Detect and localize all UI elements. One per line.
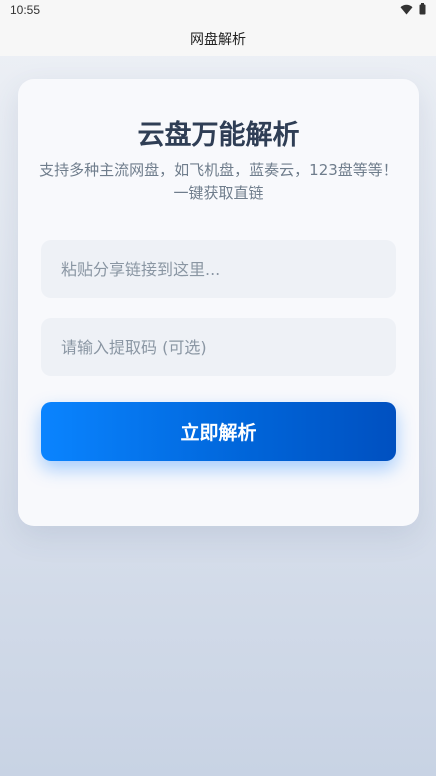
wifi-icon	[400, 4, 413, 15]
app-title: 网盘解析	[190, 32, 246, 48]
parse-card: 云盘万能解析 支持多种主流网盘，如飞机盘，蓝奏云，123盘等等！一键获取直链 立…	[18, 79, 419, 526]
card-subtitle: 支持多种主流网盘，如飞机盘，蓝奏云，123盘等等！一键获取直链	[39, 161, 398, 202]
status-icons	[400, 3, 426, 15]
extraction-code-input[interactable]	[41, 318, 396, 376]
status-time: 10:55	[10, 3, 41, 17]
status-bar: 10:55	[0, 0, 436, 20]
share-link-input[interactable]	[41, 240, 396, 298]
parse-now-button[interactable]: 立即解析	[41, 402, 396, 461]
card-title: 云盘万能解析	[137, 120, 300, 151]
battery-icon	[419, 3, 426, 15]
app-bar: 网盘解析	[0, 20, 436, 56]
